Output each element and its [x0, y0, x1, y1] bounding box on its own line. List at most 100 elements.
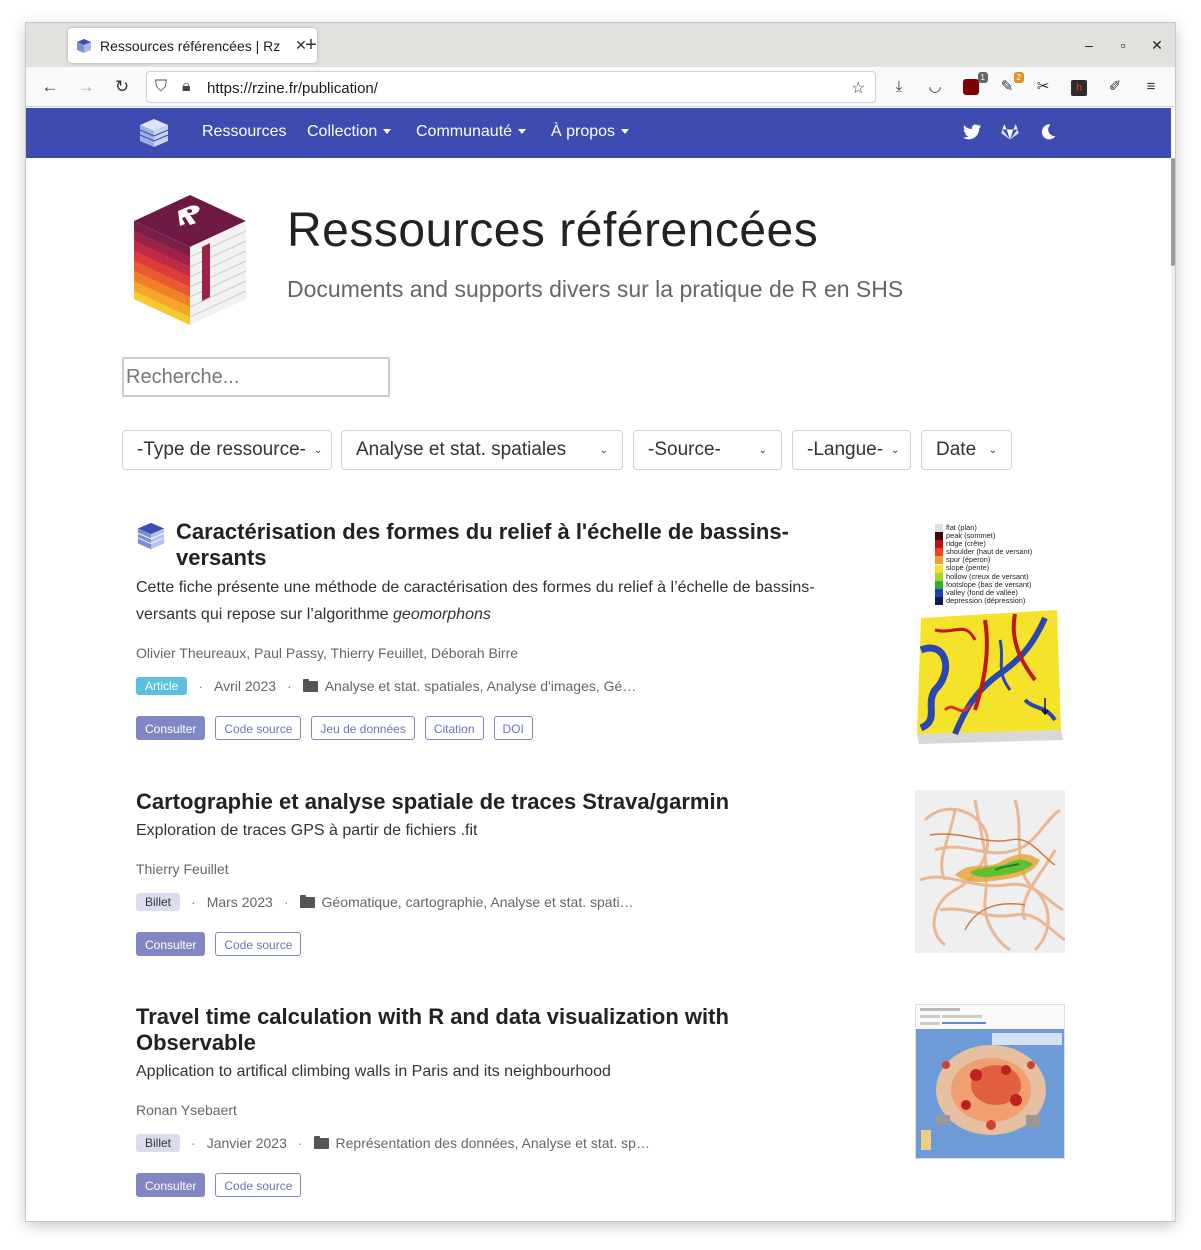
folder-icon	[302, 678, 318, 692]
url-bar[interactable]: ⛉ 🔒︎ https://rzine.fr/publication/ ☆	[146, 71, 876, 103]
citation-button[interactable]: Citation	[424, 716, 484, 740]
annotate-icon[interactable]: ✐	[1104, 76, 1126, 98]
card-title-line: Caractérisation des formes du relief à l…	[176, 519, 789, 544]
browser-window: Ressources référencées | Rzine ✕ + – ▫ ✕…	[26, 23, 1175, 1221]
card-title-line: Travel time calculation with R and data …	[136, 1004, 729, 1029]
scrollbar-track[interactable]	[1171, 158, 1175, 1221]
chevron-down-icon: ⌄	[891, 444, 900, 456]
card-description: Exploration de traces GPS à partir de fi…	[136, 817, 876, 844]
status-badge[interactable]: Article	[136, 677, 188, 695]
pocket-icon[interactable]: ◡	[924, 76, 946, 98]
card-categories[interactable]: Représentation des données, Analyse et s…	[336, 1135, 650, 1151]
code-source-button[interactable]: Code source	[215, 932, 302, 956]
separator-dot: ·	[287, 678, 292, 694]
separator-dot: ·	[198, 678, 204, 694]
filter-source-select[interactable]: -Source- ⌄	[633, 430, 782, 470]
extension-icon[interactable]: ✎ 2	[996, 72, 1024, 98]
card-title[interactable]: Caractérisation des formes du relief à l…	[176, 519, 896, 571]
card-thumbnail[interactable]: flat (plan) peak (sommet) ridge (crête) …	[915, 520, 1065, 744]
status-badge[interactable]: Billet	[136, 893, 181, 911]
card-title[interactable]: Travel time calculation with R and data …	[136, 1004, 876, 1056]
nav-apropos[interactable]: À propos	[551, 123, 630, 141]
nav-ressources[interactable]: Ressources	[202, 123, 286, 141]
reload-icon[interactable]: ↻	[111, 76, 133, 98]
status-badge[interactable]: Billet	[136, 1134, 181, 1152]
card-date: Avril 2023	[214, 678, 277, 694]
twitter-icon[interactable]	[962, 122, 982, 142]
card-description: Application to artifical climbing walls …	[136, 1058, 876, 1085]
maximize-icon[interactable]: ▫	[1114, 37, 1132, 53]
card-meta: Billet · Janvier 2023 · Représentation d…	[136, 1134, 650, 1152]
chevron-down-icon: ⌄	[599, 444, 608, 456]
card-meta: Billet · Mars 2023 · Géomatique, cartogr…	[136, 893, 634, 911]
page-title: Ressources référencées	[287, 204, 819, 257]
nav-collection-label: Collection	[307, 123, 378, 140]
card-title[interactable]: Cartographie et analyse spatiale de trac…	[136, 789, 876, 815]
card-description: Cette fiche présente une méthode de cara…	[136, 574, 876, 628]
filter-type-select[interactable]: -Type de ressource- ⌄	[122, 430, 332, 470]
consulter-button[interactable]: Consulter	[136, 716, 206, 740]
card-desc-line: Cette fiche présente une méthode de cara…	[136, 579, 815, 596]
filter-date-value: Date	[936, 439, 977, 460]
chevron-down-icon: ⌄	[988, 444, 997, 456]
card-authors: Olivier Theureaux, Paul Passy, Thierry F…	[136, 645, 519, 661]
card-thumbnail[interactable]	[915, 1004, 1065, 1159]
filter-theme-select[interactable]: Analyse et stat. spatiales ⌄	[341, 430, 623, 470]
chevron-down-icon: ⌄	[313, 444, 323, 456]
gps-traces-image	[919, 799, 1065, 952]
extension-red-icon[interactable]: h	[1068, 76, 1090, 98]
tab-bar: Ressources référencées | Rzine ✕ + – ▫ ✕	[26, 23, 1175, 67]
bookmark-star-icon[interactable]: ☆	[851, 78, 865, 98]
close-window-icon[interactable]: ✕	[1148, 37, 1166, 54]
shield-icon[interactable]: ⛉	[155, 78, 167, 96]
code-source-button[interactable]: Code source	[215, 1173, 302, 1197]
chevron-down-icon	[383, 129, 392, 135]
new-tab-icon[interactable]: +	[300, 35, 322, 55]
lock-icon[interactable]: 🔒︎	[182, 78, 191, 96]
browser-tab[interactable]: Ressources référencées | Rzine ✕	[68, 28, 317, 63]
filter-date-select[interactable]: Date ⌄	[921, 430, 1012, 470]
back-icon[interactable]: ←	[39, 76, 61, 98]
minimize-icon[interactable]: –	[1080, 37, 1098, 53]
tab-title: Ressources référencées | Rzine	[100, 37, 280, 54]
nav-communaute-label: Communauté	[416, 123, 513, 140]
nav-communaute[interactable]: Communauté	[416, 123, 527, 141]
filter-langue-select[interactable]: -Langue- ⌄	[792, 430, 911, 470]
consulter-button[interactable]: Consulter	[136, 932, 206, 956]
screenshot-icon[interactable]: ✂	[1032, 76, 1054, 98]
rzine-logo-icon[interactable]	[138, 117, 170, 149]
filter-source-value: -Source-	[648, 439, 721, 460]
scrollbar-thumb[interactable]	[1171, 158, 1175, 266]
card-categories[interactable]: Géomatique, cartographie, Analyse et sta…	[322, 894, 634, 910]
card-authors: Ronan Ysebaert	[136, 1102, 237, 1118]
card-categories[interactable]: Analyse et stat. spatiales, Analyse d'im…	[325, 678, 637, 694]
chevron-down-icon: ⌄	[758, 444, 767, 456]
rzine-favicon-icon	[77, 38, 91, 53]
consulter-button[interactable]: Consulter	[136, 1173, 206, 1197]
ublock-icon[interactable]: 1	[960, 72, 988, 98]
card-authors: Thierry Feuillet	[136, 861, 229, 877]
rzine-card-icon	[137, 522, 165, 550]
filter-type-value: -Type de ressource-	[137, 439, 306, 460]
menu-icon[interactable]: ≡	[1140, 76, 1162, 98]
card-desc-line: versants qui repose sur l’algorithme	[136, 606, 394, 623]
site-navbar: Ressources Collection Communauté À propo…	[26, 108, 1171, 158]
search-input[interactable]	[122, 357, 390, 397]
gitlab-icon[interactable]	[1000, 122, 1020, 142]
code-source-button[interactable]: Code source	[215, 716, 302, 740]
download-icon[interactable]: ⤓	[888, 76, 910, 98]
nav-ressources-label: Ressources	[202, 123, 287, 140]
travel-time-map-image	[916, 1005, 1064, 1158]
card-title-line: Cartographie et analyse spatiale de trac…	[136, 789, 730, 814]
card-thumbnail[interactable]	[915, 790, 1065, 953]
moon-icon[interactable]	[1038, 122, 1058, 142]
legend-entry: depression (dépression)	[946, 595, 1026, 605]
dataset-button[interactable]: Jeu de données	[311, 716, 415, 740]
card-date: Janvier 2023	[206, 1135, 287, 1151]
doi-button[interactable]: DOI	[493, 716, 533, 740]
filter-langue-value: -Langue-	[807, 439, 884, 460]
separator-dot: ·	[191, 1135, 196, 1151]
nav-collection[interactable]: Collection	[307, 123, 392, 141]
forward-icon[interactable]: →	[75, 76, 97, 98]
url-text[interactable]: https://rzine.fr/publication/	[207, 80, 378, 97]
